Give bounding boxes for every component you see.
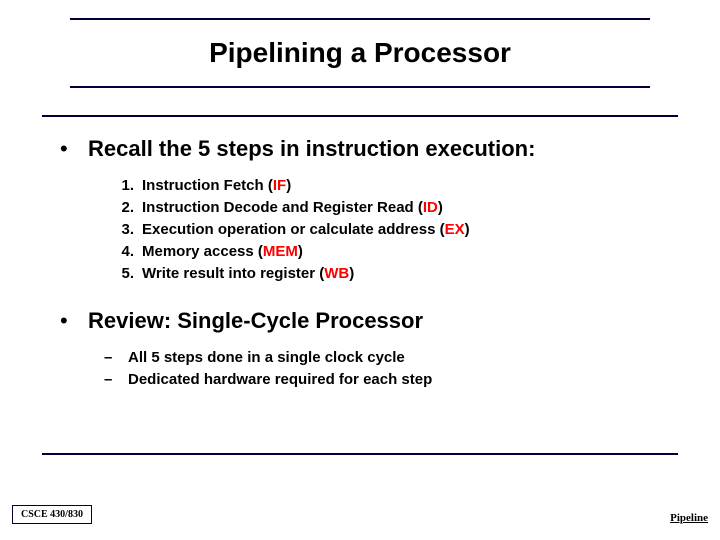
item-text: Execution operation or calculate address… — [142, 219, 470, 241]
abbr: MEM — [263, 243, 298, 260]
list-item: 2. Instruction Decode and Register Read … — [116, 197, 664, 219]
abbr: EX — [445, 221, 465, 238]
bullet-2: • Review: Single-Cycle Processor — [56, 307, 664, 335]
bullet-mark: • — [56, 135, 88, 163]
item-text: All 5 steps done in a single clock cycle — [128, 347, 405, 369]
list-item: – All 5 steps done in a single clock cyc… — [102, 347, 664, 369]
dash-mark: – — [102, 369, 128, 391]
list-item: 4. Memory access (MEM) — [116, 241, 664, 263]
abbr: IF — [273, 177, 286, 194]
dash-list: – All 5 steps done in a single clock cyc… — [102, 347, 664, 391]
item-text: Instruction Decode and Register Read (ID… — [142, 197, 443, 219]
bullet-1: • Recall the 5 steps in instruction exec… — [56, 135, 664, 163]
slide-title: Pipelining a Processor — [209, 37, 511, 69]
item-number: 3. — [116, 219, 142, 241]
footer-topic: Pipeline — [670, 512, 708, 524]
abbr: WB — [324, 265, 349, 282]
title-box: Pipelining a Processor — [70, 18, 650, 88]
item-text: Memory access (MEM) — [142, 241, 303, 263]
item-text: Instruction Fetch (IF) — [142, 175, 291, 197]
list-item: 3. Execution operation or calculate addr… — [116, 219, 664, 241]
list-item: 1. Instruction Fetch (IF) — [116, 175, 664, 197]
numbered-list: 1. Instruction Fetch (IF) 2. Instruction… — [116, 175, 664, 285]
list-item: – Dedicated hardware required for each s… — [102, 369, 664, 391]
item-number: 5. — [116, 263, 142, 285]
item-number: 1. — [116, 175, 142, 197]
bullet-2-text: Review: Single-Cycle Processor — [88, 307, 423, 335]
footer-course: CSCE 430/830 — [12, 505, 92, 524]
slide: Pipelining a Processor • Recall the 5 st… — [0, 0, 720, 540]
body-box: • Recall the 5 steps in instruction exec… — [42, 115, 678, 455]
dash-mark: – — [102, 347, 128, 369]
item-text: Dedicated hardware required for each ste… — [128, 369, 432, 391]
bullet-mark: • — [56, 307, 88, 335]
item-text: Write result into register (WB) — [142, 263, 354, 285]
item-number: 4. — [116, 241, 142, 263]
item-number: 2. — [116, 197, 142, 219]
list-item: 5. Write result into register (WB) — [116, 263, 664, 285]
bullet-1-text: Recall the 5 steps in instruction execut… — [88, 135, 535, 163]
abbr: ID — [423, 199, 438, 216]
